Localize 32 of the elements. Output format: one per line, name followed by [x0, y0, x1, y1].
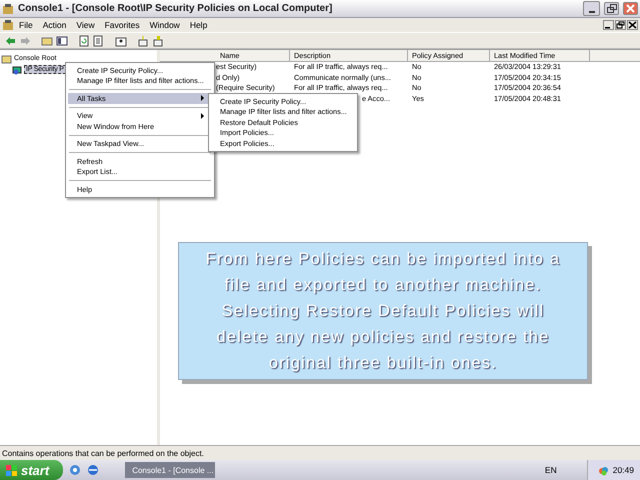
menu-item[interactable]: File	[14, 20, 38, 30]
menu-item[interactable]: Action	[38, 20, 72, 30]
menu-item[interactable]: View	[71, 20, 100, 30]
console-icon	[2, 2, 14, 14]
window-title: Console1 - [Console Root\IP Security Policies on Local Computer]	[18, 3, 334, 14]
menu-item[interactable]: Favorites	[100, 20, 145, 30]
minimize-icon	[588, 11, 594, 13]
folder-icon[interactable]	[41, 34, 53, 46]
taskbar-button[interactable]: Console1 - [Console ...	[125, 462, 216, 478]
minimize-button[interactable]	[583, 1, 600, 16]
callout-text: From here Policies can be imported into a file and exported to another machine. Selecting Restore Default Policies will delete any new policies and restore the original three built-in ones.	[204, 249, 562, 374]
close-icon	[626, 4, 635, 13]
language-indicator[interactable]: EN	[544, 465, 557, 475]
refresh-icon[interactable]	[78, 34, 90, 46]
back-icon[interactable]	[4, 34, 16, 46]
clock: 20:49	[612, 465, 634, 475]
computer-icon	[12, 64, 22, 74]
menu-item[interactable]: Window	[144, 20, 185, 30]
pane-icon[interactable]	[56, 34, 68, 46]
assign-icon[interactable]	[152, 34, 164, 46]
status-bar: Contains operations that can be performed on the object.	[0, 445, 640, 460]
close-button[interactable]	[627, 20, 638, 30]
restore-button[interactable]	[615, 20, 626, 30]
policy-icon[interactable]	[137, 34, 149, 46]
export-icon[interactable]	[93, 34, 105, 46]
close-icon	[628, 21, 637, 29]
minimize-button[interactable]	[603, 20, 614, 30]
console-icon	[2, 19, 14, 31]
restore-button[interactable]	[604, 2, 619, 15]
folder-icon	[1, 54, 12, 64]
menu-item[interactable]: Help	[184, 20, 212, 30]
windows-logo-icon	[6, 464, 17, 476]
